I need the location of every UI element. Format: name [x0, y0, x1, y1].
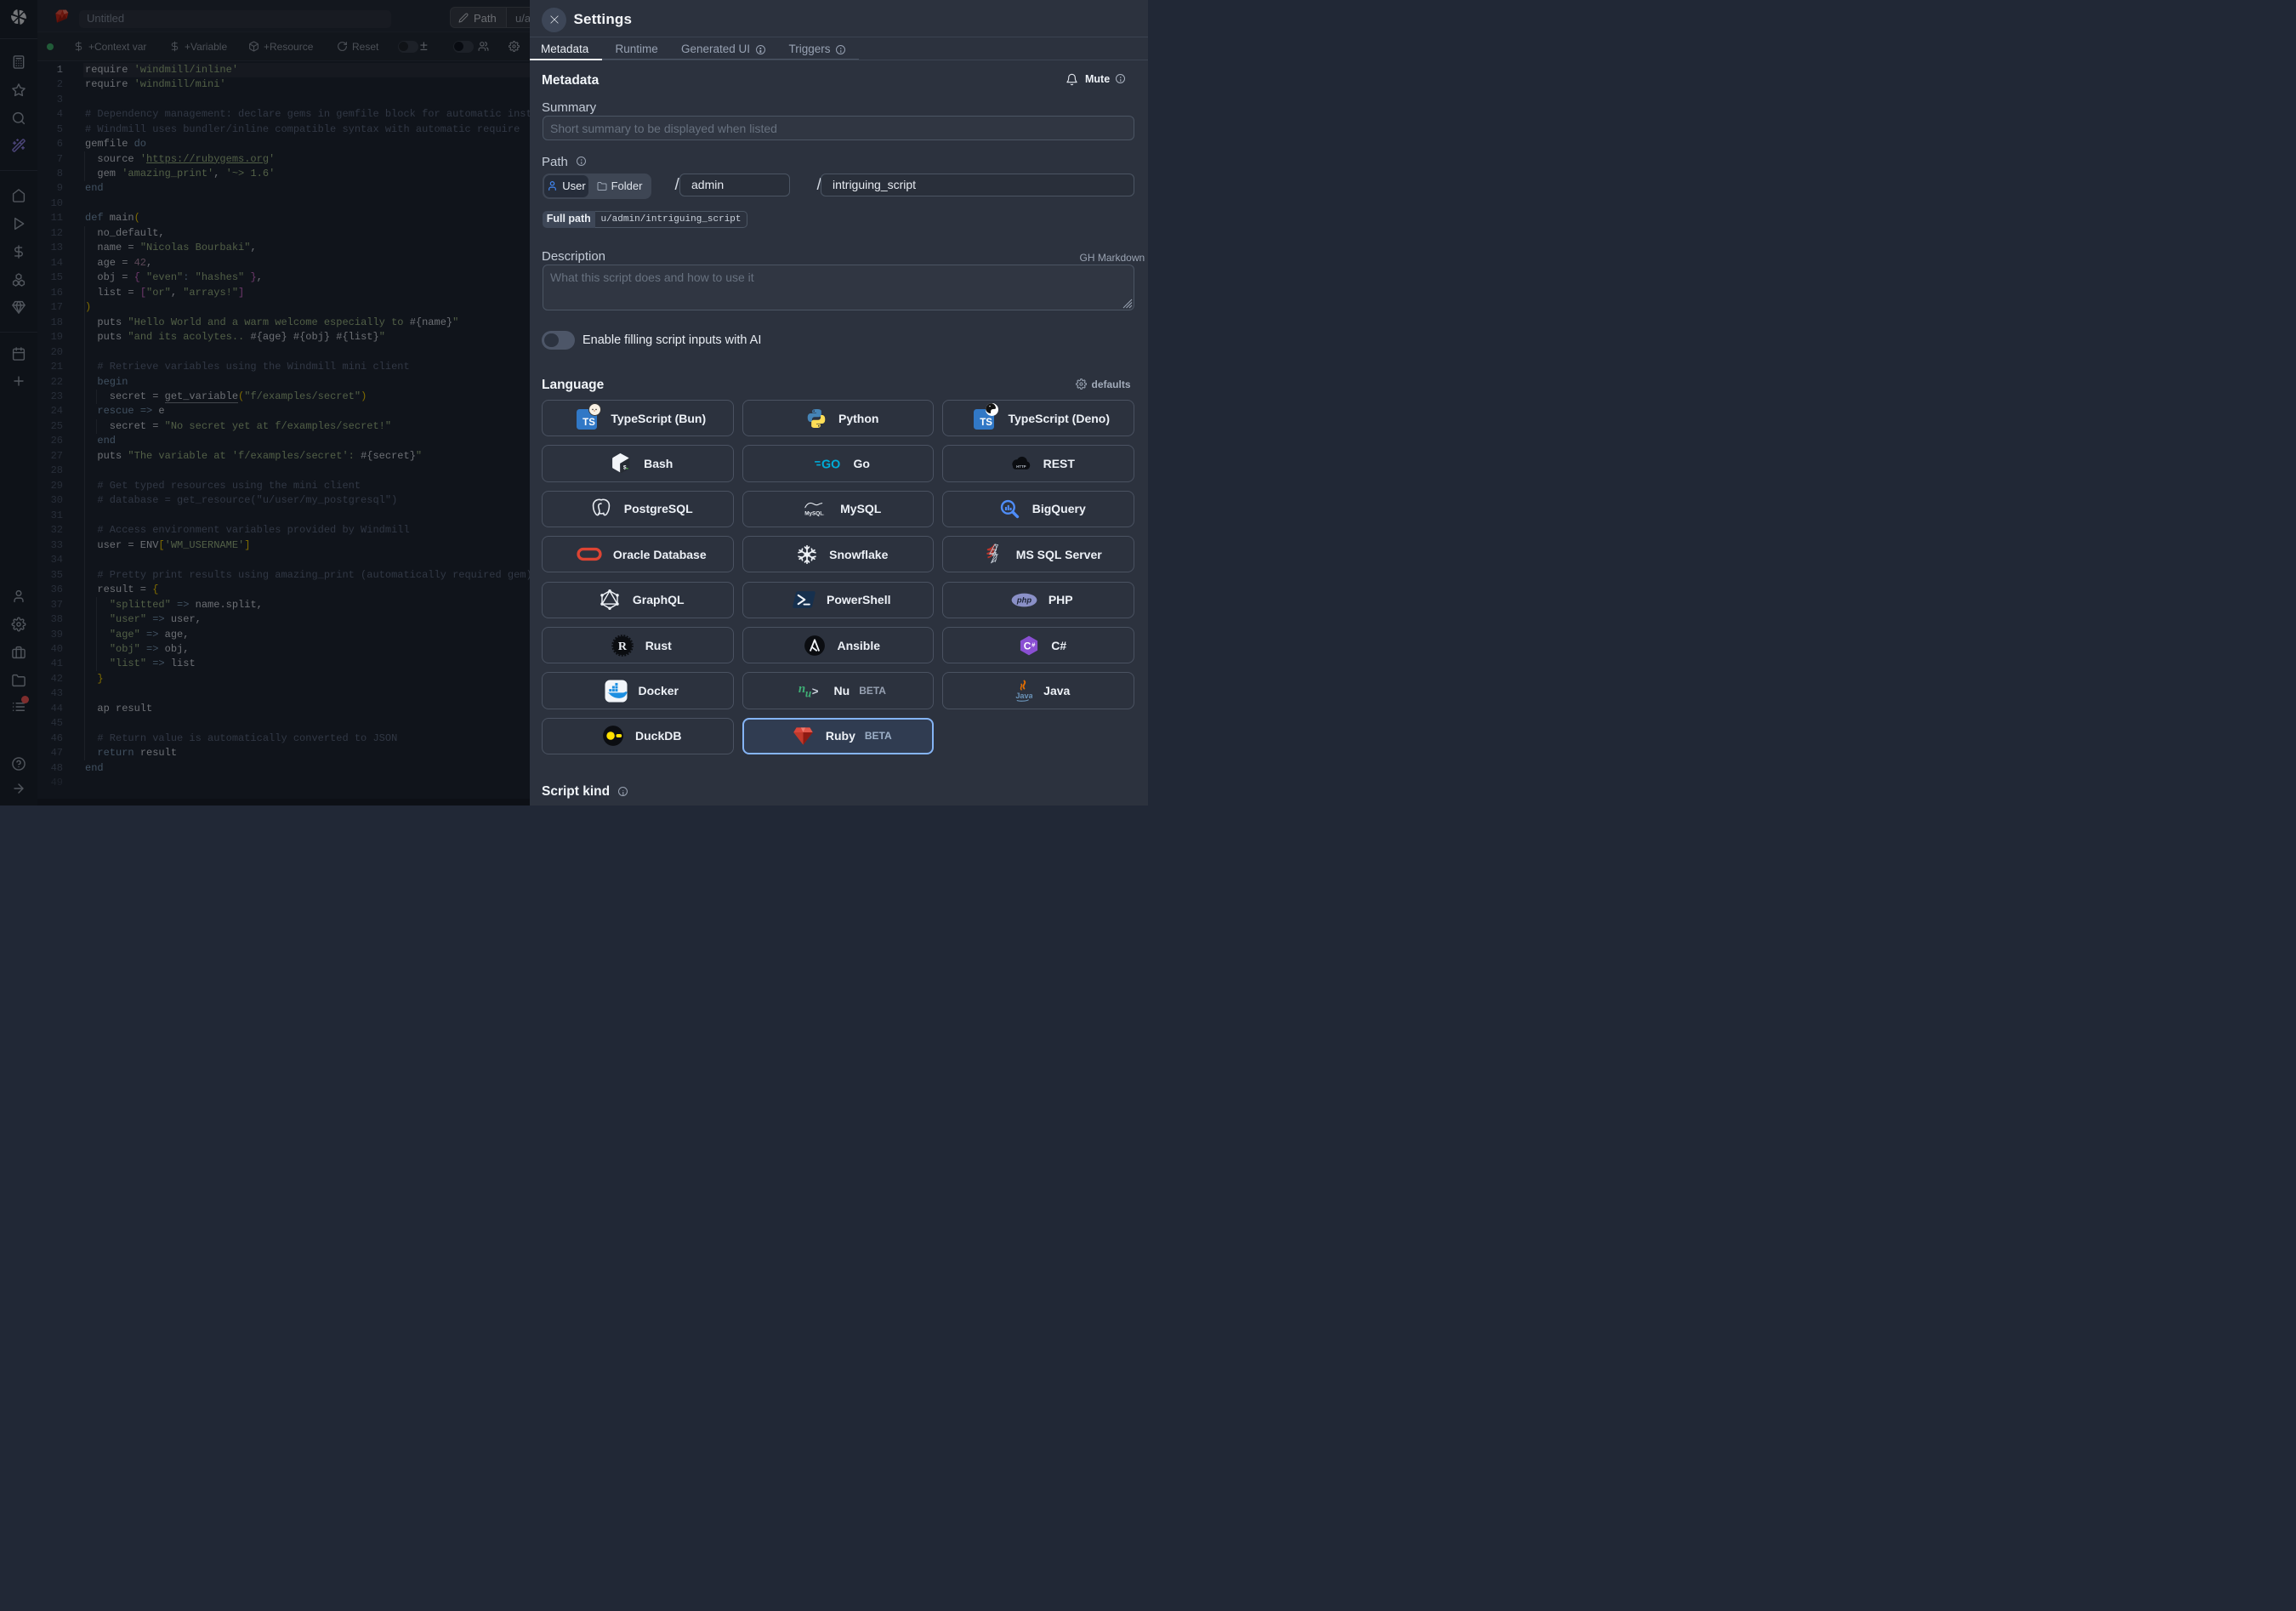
- svg-text:$: $: [623, 464, 627, 470]
- svg-text:php: php: [1016, 595, 1031, 604]
- svg-text:GO: GO: [821, 458, 840, 471]
- svg-text:u: u: [804, 687, 810, 700]
- svg-text:Java: Java: [1015, 692, 1032, 700]
- svg-text:HTTP: HTTP: [1016, 464, 1026, 469]
- svg-text:C: C: [1024, 640, 1031, 652]
- svg-text:>: >: [811, 685, 818, 697]
- svg-text:R: R: [618, 640, 628, 653]
- svg-text:MySQL.: MySQL.: [804, 511, 824, 517]
